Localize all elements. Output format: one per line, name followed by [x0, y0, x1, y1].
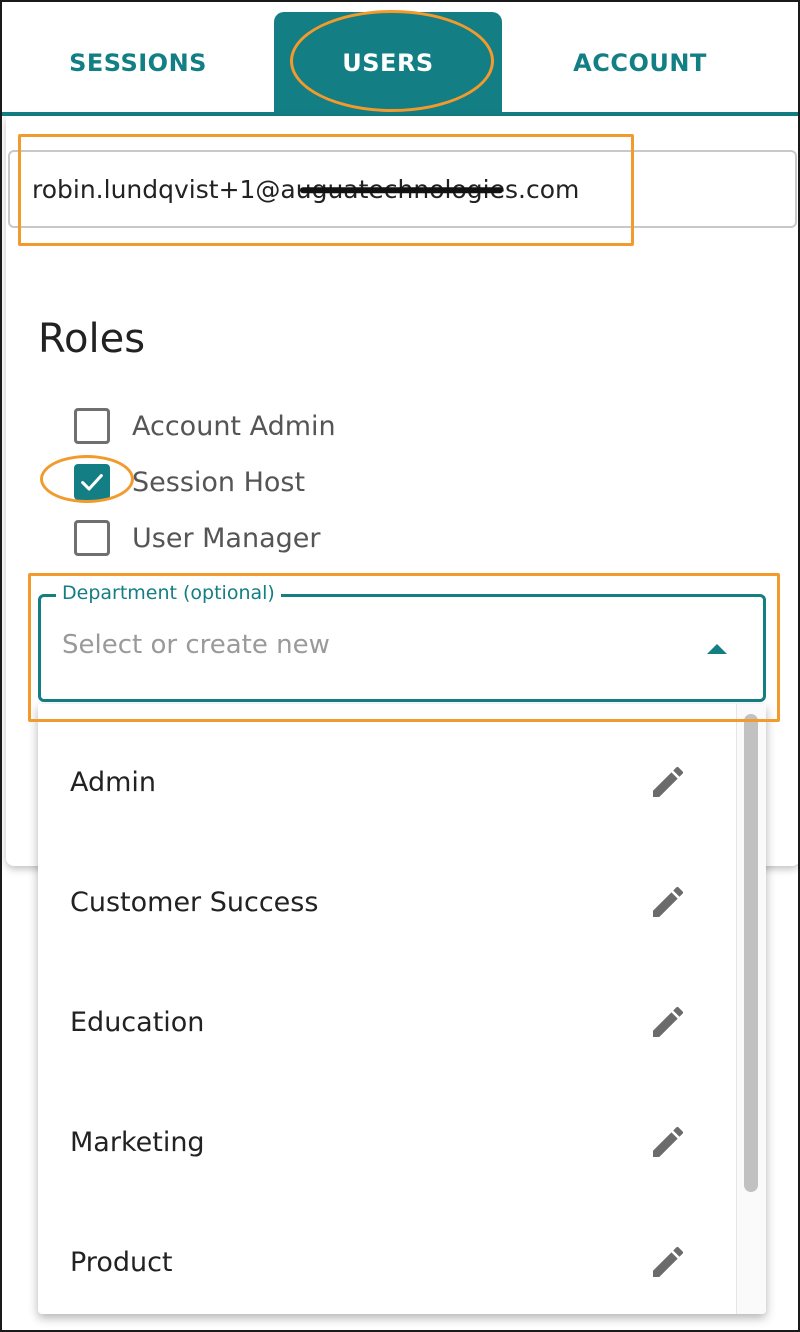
role-label-account-admin: Account Admin: [132, 410, 336, 442]
department-option-marketing[interactable]: Marketing: [38, 1082, 736, 1202]
role-label-session-host: Session Host: [132, 466, 306, 498]
email-suffix: s.com: [504, 174, 580, 204]
checkbox-account-admin[interactable]: [74, 408, 110, 444]
role-session-host[interactable]: Session Host: [74, 462, 305, 502]
department-dropdown: Admin Customer Success Education Marketi…: [38, 704, 766, 1314]
pencil-icon[interactable]: [644, 758, 692, 806]
department-placeholder[interactable]: Select or create new: [62, 630, 330, 660]
department-option-label: Marketing: [70, 1126, 205, 1158]
department-option-customer-success[interactable]: Customer Success: [38, 842, 736, 962]
tab-sessions[interactable]: SESSIONS: [2, 12, 274, 114]
department-option-label: Product: [70, 1246, 173, 1278]
app-frame: SESSIONS USERS ACCOUNT robin.lundqvist+1…: [0, 0, 800, 1332]
role-label-user-manager: User Manager: [132, 522, 321, 554]
email-redacted-part: uguatechnologie: [295, 174, 505, 204]
role-user-manager[interactable]: User Manager: [74, 518, 320, 558]
pencil-icon[interactable]: [644, 1118, 692, 1166]
department-option-label: Admin: [70, 766, 157, 798]
pencil-icon[interactable]: [644, 998, 692, 1046]
checkbox-session-host[interactable]: [74, 464, 110, 500]
tab-bar: SESSIONS USERS ACCOUNT: [2, 2, 798, 116]
email-prefix: robin.lundqvist+1@a: [32, 174, 296, 204]
pencil-icon[interactable]: [644, 1238, 692, 1286]
tab-users[interactable]: USERS: [274, 12, 502, 114]
pencil-icon[interactable]: [644, 878, 692, 926]
roles-heading: Roles: [38, 316, 146, 362]
check-icon: [81, 474, 103, 491]
department-option-admin[interactable]: Admin: [38, 722, 736, 842]
checkbox-user-manager[interactable]: [74, 520, 110, 556]
email-field[interactable]: robin.lundqvist+1@a uguatechnologie s.com: [8, 150, 797, 228]
tab-account[interactable]: ACCOUNT: [502, 12, 778, 114]
role-account-admin[interactable]: Account Admin: [74, 406, 336, 446]
department-option-label: Customer Success: [70, 886, 319, 918]
department-option-label: Education: [70, 1006, 205, 1038]
department-option-education[interactable]: Education: [38, 962, 736, 1082]
caret-up-icon[interactable]: [707, 644, 727, 654]
dropdown-scrollbar-thumb[interactable]: [744, 714, 758, 1192]
department-option-product[interactable]: Product: [38, 1202, 736, 1314]
department-label: Department (optional): [56, 582, 281, 604]
